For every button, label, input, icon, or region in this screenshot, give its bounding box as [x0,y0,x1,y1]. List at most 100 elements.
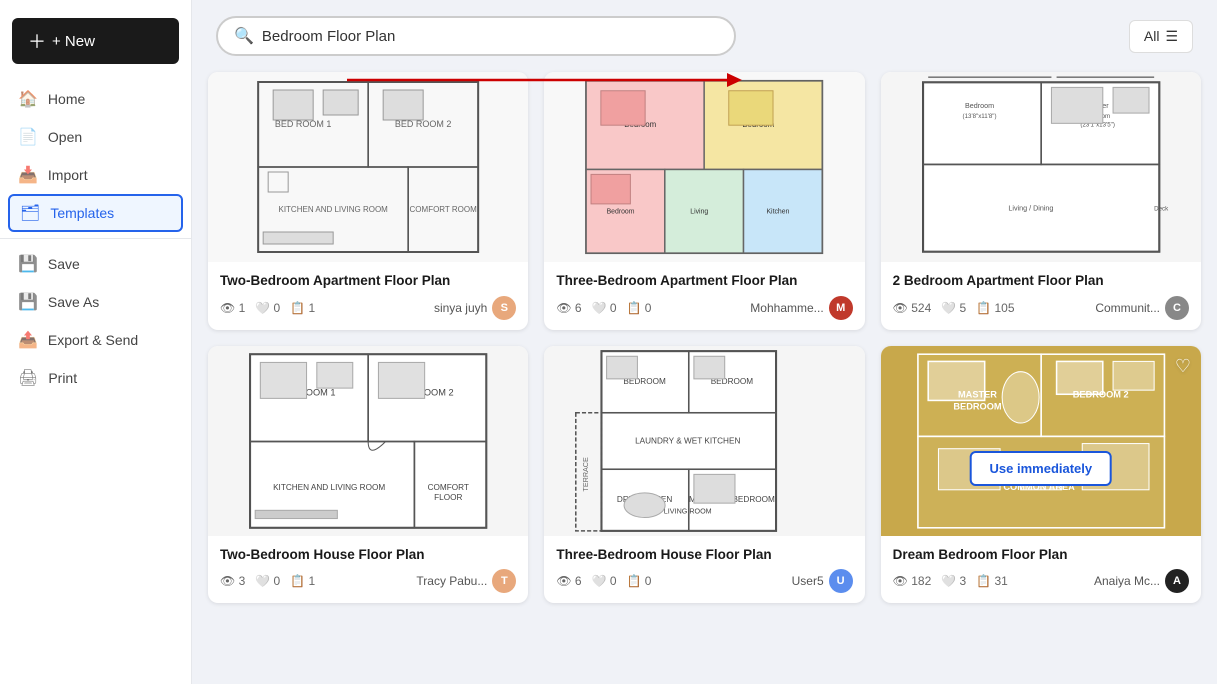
sidebar-item-import[interactable]: 📥 Import [0,156,191,194]
author-2: Mohhamme... M [750,296,852,320]
sidebar-item-save-as[interactable]: 💾 Save As [0,283,191,321]
card-meta-1: 👁 1 🤍 0 📋 1 sinya juyh S [220,296,516,320]
author-6: Anaiya Mc... A [1094,569,1189,593]
svg-text:TERRACE: TERRACE [582,457,590,491]
template-grid: BED ROOM 1 BED ROOM 2 KITCHEN AND LIVING… [192,64,1217,684]
likes-1: 🤍 0 [255,301,280,315]
sidebar-item-print[interactable]: 🖨 Print [0,359,191,397]
search-input[interactable] [262,28,718,45]
avatar-6: A [1165,569,1189,593]
template-card-4[interactable]: BED ROOM 1 BED ROOM 2 KITCHEN AND LIVING… [208,346,528,604]
search-area: 🔍 All ☰ [192,0,1217,64]
likes-5: 🤍 0 [592,574,617,588]
print-icon: 🖨 [18,368,38,388]
sidebar-item-home[interactable]: 🏠 Home [0,80,191,118]
svg-text:BEDROOM: BEDROOM [953,401,1002,411]
search-icon: 🔍 [234,26,254,46]
svg-text:(13'8"x11'8"): (13'8"x11'8") [962,113,996,120]
svg-text:LIVING ROOM: LIVING ROOM [664,507,712,515]
card-info-2: Three-Bedroom Apartment Floor Plan 👁 6 🤍… [544,262,864,330]
template-card-3[interactable]: Bedroom (13'8"x11'8") Master Bedroom (23… [881,72,1201,330]
card-info-5: Three-Bedroom House Floor Plan 👁 6 🤍 0 📋… [544,536,864,604]
card-info-4: Two-Bedroom House Floor Plan 👁 3 🤍 0 📋 1… [208,536,528,604]
favorite-button-6[interactable]: ♡ [1175,356,1191,377]
views-5: 👁 6 [556,574,581,588]
card-title-5: Three-Bedroom House Floor Plan [556,546,852,564]
template-card-6[interactable]: ♡ MASTER BEDROOM BEDROOM 2 COMMON AREA [881,346,1201,604]
author-5: User5 U [792,569,853,593]
card-image-3: Bedroom (13'8"x11'8") Master Bedroom (23… [881,72,1201,262]
svg-text:COMFORT ROOM: COMFORT ROOM [410,205,478,214]
views-6: 👁 182 [893,574,932,588]
sidebar-item-open[interactable]: 📄 Open [0,118,191,156]
save-icon: 💾 [18,254,38,274]
plus-icon: ＋ [28,28,46,54]
sidebar-label-import: Import [48,167,88,183]
save-as-icon: 💾 [18,292,38,312]
card-image-2: Bedroom Bedroom Bedroom Living Kitchen [544,72,864,262]
card-image-4: BED ROOM 1 BED ROOM 2 KITCHEN AND LIVING… [208,346,528,536]
svg-text:Kitchen: Kitchen [767,209,790,216]
views-2: 👁 6 [556,301,581,315]
sidebar-label-open: Open [48,129,82,145]
main-content: 🔍 All ☰ BED ROOM 1 BED ROOM 2 KI [192,0,1217,684]
views-4: 👁 3 [220,574,245,588]
likes-3: 🤍 5 [941,301,966,315]
svg-text:COMFORT: COMFORT [428,482,469,491]
svg-text:Bedroom: Bedroom [965,102,994,110]
sidebar-label-save-as: Save As [48,294,99,310]
card-image-1: BED ROOM 1 BED ROOM 2 KITCHEN AND LIVING… [208,72,528,262]
sidebar-label-templates: Templates [50,205,114,221]
views-1: 👁 1 [220,301,245,315]
import-icon: 📥 [18,165,38,185]
svg-text:KITCHEN AND LIVING ROOM: KITCHEN AND LIVING ROOM [278,205,388,214]
svg-text:KITCHEN AND LIVING ROOM: KITCHEN AND LIVING ROOM [273,482,385,491]
card-info-6: Dream Bedroom Floor Plan 👁 182 🤍 3 📋 31 … [881,536,1201,604]
card-image-6: ♡ MASTER BEDROOM BEDROOM 2 COMMON AREA [881,346,1201,536]
avatar-3: C [1165,296,1189,320]
copies-4: 📋 1 [290,574,315,588]
new-button[interactable]: ＋ + New [12,18,179,64]
copies-5: 📋 0 [627,574,652,588]
copies-1: 📋 1 [290,301,315,315]
template-card-1[interactable]: BED ROOM 1 BED ROOM 2 KITCHEN AND LIVING… [208,72,528,330]
card-image-5: BEDROOM BEDROOM LAUNDRY & WET KITCHEN DR… [544,346,864,536]
sidebar-item-export[interactable]: 📤 Export & Send [0,321,191,359]
sidebar-label-export: Export & Send [48,332,138,348]
card-title-6: Dream Bedroom Floor Plan [893,546,1189,564]
filter-label: All [1144,28,1160,44]
filter-icon: ☰ [1165,28,1178,45]
svg-text:LAUNDRY & WET KITCHEN: LAUNDRY & WET KITCHEN [635,436,740,445]
card-meta-2: 👁 6 🤍 0 📋 0 Mohhamme... M [556,296,852,320]
card-meta-6: 👁 182 🤍 3 📋 31 Anaiya Mc... A [893,569,1189,593]
sidebar-label-home: Home [48,91,85,107]
card-title-3: 2 Bedroom Apartment Floor Plan [893,272,1189,290]
export-icon: 📤 [18,330,38,350]
views-3: 👁 524 [893,301,932,315]
sidebar-item-save[interactable]: 💾 Save [0,245,191,283]
filter-button[interactable]: All ☰ [1129,20,1193,53]
avatar-2: M [829,296,853,320]
card-meta-5: 👁 6 🤍 0 📋 0 User5 U [556,569,852,593]
author-4: Tracy Pabu... T [416,569,516,593]
new-label: + New [52,33,95,50]
card-meta-3: 👁 524 🤍 5 📋 105 Communit... C [893,296,1189,320]
card-meta-4: 👁 3 🤍 0 📋 1 Tracy Pabu... T [220,569,516,593]
card-title-2: Three-Bedroom Apartment Floor Plan [556,272,852,290]
template-card-5[interactable]: BEDROOM BEDROOM LAUNDRY & WET KITCHEN DR… [544,346,864,604]
sidebar-item-templates[interactable]: 🗂 Templates [8,194,183,232]
svg-text:Living: Living [691,209,709,216]
copies-3: 📋 105 [976,301,1014,315]
author-3: Communit... C [1095,296,1189,320]
sidebar: ＋ + New 🏠 Home 📄 Open 📥 Import 🗂 Templat… [0,0,192,684]
card-title-1: Two-Bedroom Apartment Floor Plan [220,272,516,290]
likes-2: 🤍 0 [592,301,617,315]
open-icon: 📄 [18,127,38,147]
avatar-1: S [492,296,516,320]
card-title-4: Two-Bedroom House Floor Plan [220,546,516,564]
card-info-1: Two-Bedroom Apartment Floor Plan 👁 1 🤍 0… [208,262,528,330]
svg-text:FLOOR: FLOOR [434,493,462,502]
svg-text:Bedroom: Bedroom [607,209,635,216]
template-card-2[interactable]: Bedroom Bedroom Bedroom Living Kitchen T… [544,72,864,330]
use-immediately-button[interactable]: Use immediately [970,451,1113,486]
